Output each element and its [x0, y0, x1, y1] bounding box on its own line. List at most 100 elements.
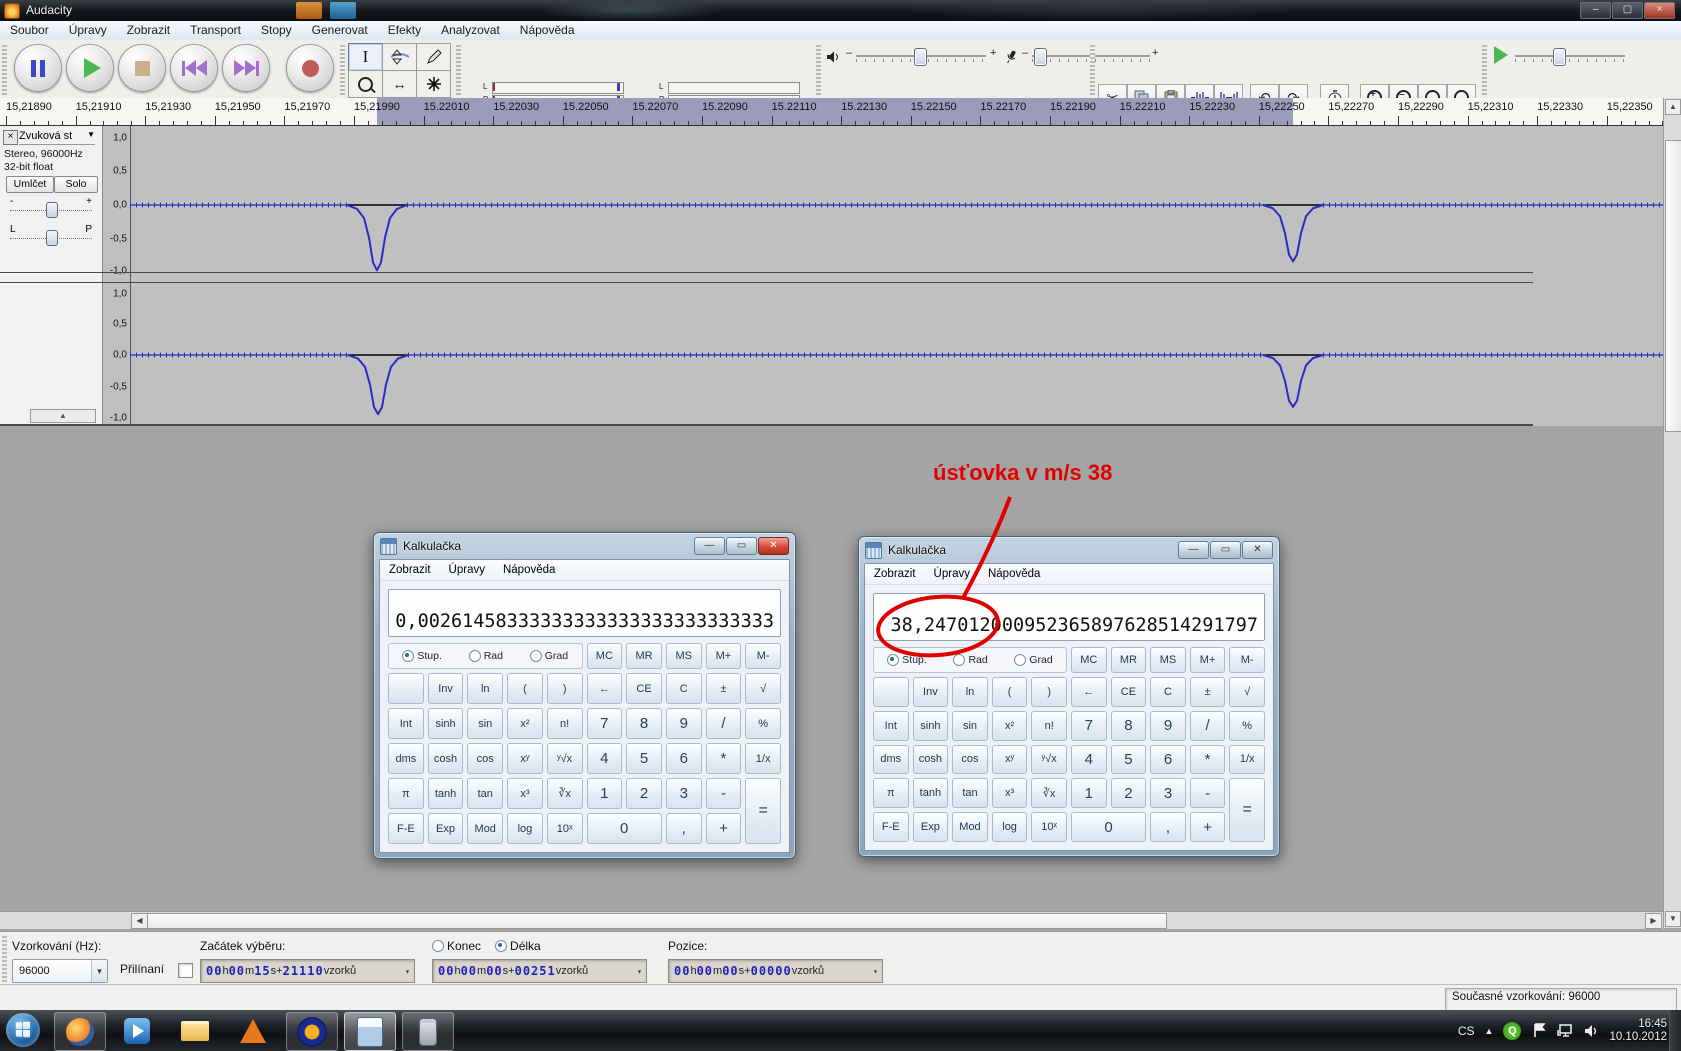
ruler-label[interactable]: 15,21930 [145, 101, 191, 113]
menu-item[interactable]: Soubor [0, 21, 59, 37]
calc-button[interactable]: 1/x [1229, 745, 1265, 775]
audio-position-field[interactable]: 00 h 00 m 00 s+00000 vzorků▾ [668, 959, 883, 983]
calc-button[interactable]: 4 [587, 743, 623, 774]
calc-button[interactable]: 3 [1150, 778, 1186, 808]
menu-item[interactable]: Nápověda [979, 568, 1049, 580]
calculator-window-right[interactable]: Kalkulačka — ▭ ✕ ZobrazitÚpravyNápověda … [858, 536, 1280, 857]
vertical-scrollbar[interactable]: ▲ ▼ [1663, 98, 1681, 928]
selection-length-field[interactable]: 00 h 00 m 00 s+00251 vzorků▾ [432, 959, 647, 983]
calc-button[interactable]: 5 [626, 743, 662, 774]
waveform-display[interactable] [130, 126, 1663, 426]
envelope-tool-button[interactable] [382, 43, 417, 71]
calc-button[interactable]: 6 [666, 743, 702, 774]
calc-button[interactable]: * [706, 743, 742, 774]
calc-button[interactable]: xʸ [507, 743, 543, 774]
pause-button[interactable] [14, 44, 62, 92]
calc-button[interactable]: x³ [992, 778, 1028, 808]
calc-button[interactable]: √ [1229, 677, 1265, 707]
toolbar-grip[interactable] [340, 43, 345, 95]
action-center-flag-icon[interactable] [1531, 1023, 1547, 1039]
calc-button[interactable]: 10ˣ [1031, 812, 1067, 842]
taskbar-firefox[interactable] [54, 1012, 106, 1051]
chevron-down-icon[interactable]: ▾ [633, 967, 646, 976]
calc-button[interactable]: ) [1031, 677, 1067, 707]
ruler-label[interactable]: 15,22330 [1537, 101, 1583, 113]
calc-button[interactable]: sinh [428, 708, 464, 739]
calc-button[interactable]: 1 [1071, 778, 1107, 808]
ruler-label[interactable]: 15,21950 [215, 101, 261, 113]
ruler-label[interactable]: 15.22130 [841, 101, 887, 113]
calc-button[interactable]: dms [388, 743, 424, 774]
calc-button[interactable]: ʸ√x [547, 743, 583, 774]
taskbar-explorer[interactable] [170, 1012, 220, 1049]
calc-button[interactable]: , [666, 813, 702, 844]
slider-thumb[interactable] [1553, 48, 1566, 66]
calc-button[interactable]: ∛x [1031, 778, 1067, 808]
calculator-titlebar[interactable]: Kalkulačka — ▭ ✕ [374, 533, 795, 559]
record-button[interactable] [286, 44, 334, 92]
calc-button[interactable]: 6 [1150, 745, 1186, 775]
calc-button[interactable]: % [1229, 711, 1265, 741]
multi-tool-button[interactable] [416, 70, 451, 98]
calc-button[interactable]: ← [1071, 677, 1107, 707]
calc-button[interactable]: = [745, 778, 781, 844]
calc-button[interactable]: sinh [913, 711, 949, 741]
chevron-down-icon[interactable]: ▾ [869, 967, 882, 976]
ruler-label[interactable]: 15,22350 [1607, 101, 1653, 113]
calc-button[interactable]: MC [1071, 647, 1107, 673]
ruler-label[interactable]: 15,22310 [1468, 101, 1514, 113]
stop-button[interactable] [118, 44, 166, 92]
calc-button[interactable]: Mod [467, 813, 503, 844]
play-at-speed-button[interactable] [1490, 46, 1508, 69]
calc-button[interactable]: 7 [1071, 711, 1107, 741]
ruler-label[interactable]: 15,22270 [1328, 101, 1374, 113]
selection-start-field[interactable]: 00 h 00 m 15 s+21110 vzorků▾ [200, 959, 415, 983]
slider-thumb[interactable] [46, 202, 58, 218]
ruler-label[interactable]: 15.22050 [563, 101, 609, 113]
taskbar-vlc[interactable] [228, 1012, 278, 1049]
ruler-label[interactable]: 15.22110 [772, 101, 817, 113]
calc-button[interactable]: 10ˣ [547, 813, 583, 844]
calc-button[interactable]: tanh [428, 778, 464, 809]
calc-button[interactable]: MS [1150, 647, 1186, 673]
toolbar-grip[interactable] [2, 934, 7, 982]
calc-button[interactable]: 0 [1071, 812, 1146, 842]
calc-button[interactable]: C [666, 673, 702, 704]
ruler-label[interactable]: 15,22290 [1398, 101, 1444, 113]
calc-button[interactable]: 1 [587, 778, 623, 809]
language-indicator[interactable]: CS [1458, 1024, 1475, 1038]
calc-button[interactable]: - [706, 778, 742, 809]
ruler-label[interactable]: 15.22150 [911, 101, 957, 113]
track-collapse-button[interactable]: ▲ [30, 409, 96, 423]
vertical-scale[interactable]: 1,00,50,0-0,5-1,01,00,50,0-0,5-1,0 [102, 126, 131, 426]
calc-button[interactable]: / [706, 708, 742, 739]
taskbar-calculator[interactable] [344, 1012, 396, 1051]
scrollbar-thumb[interactable] [1665, 140, 1681, 432]
horizontal-scrollbar[interactable]: ◀ ▶ [0, 911, 1663, 929]
calc-button[interactable]: CE [626, 673, 662, 704]
ruler-label[interactable]: 15,21990 [354, 101, 400, 113]
draw-tool-button[interactable] [416, 43, 451, 71]
menu-item[interactable]: Úpravy [925, 568, 979, 580]
volume-icon[interactable] [1583, 1023, 1599, 1039]
mode-radio[interactable]: Grad [1014, 654, 1052, 666]
calc-button[interactable]: % [745, 708, 781, 739]
toolbar-grip[interactable] [816, 43, 821, 95]
calc-button[interactable]: 2 [1111, 778, 1147, 808]
menu-item[interactable]: Stopy [251, 21, 302, 37]
minimize-button[interactable]: — [1178, 541, 1209, 559]
scroll-left-arrow[interactable]: ◀ [131, 913, 148, 929]
menu-item[interactable]: Zobrazit [865, 568, 925, 580]
calc-button[interactable]: π [873, 778, 909, 808]
snap-checkbox[interactable] [178, 963, 193, 978]
playback-speed-slider[interactable] [1515, 46, 1625, 66]
start-button[interactable] [6, 1013, 40, 1047]
calc-button[interactable]: log [507, 813, 543, 844]
calc-button[interactable]: 9 [666, 708, 702, 739]
calc-button[interactable]: xʸ [992, 745, 1028, 775]
calc-button[interactable] [873, 677, 909, 707]
calc-button[interactable]: 3 [666, 778, 702, 809]
zoom-tool-button[interactable] [348, 70, 383, 98]
calc-button[interactable]: log [992, 812, 1028, 842]
calc-button[interactable]: tan [952, 778, 988, 808]
